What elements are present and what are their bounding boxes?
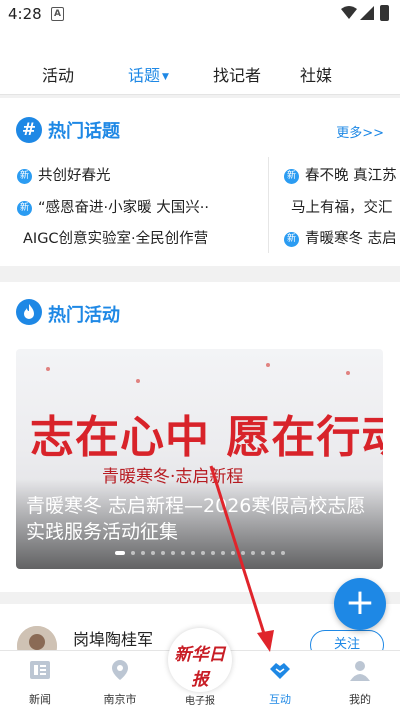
carousel-dot — [260, 551, 265, 555]
hot-activities-title: 热门活动 — [48, 305, 120, 326]
news-icon — [30, 661, 50, 679]
carousel-dot — [240, 551, 245, 555]
new-badge: 新 — [17, 168, 32, 184]
carousel-dot — [200, 551, 205, 555]
nav-nanjing[interactable]: 南京市 — [85, 651, 155, 707]
banner-headline: 志在心中 愿在行动 — [30, 412, 383, 463]
reporter-name: 岗埠陶桂军 — [73, 630, 154, 649]
status-time: 4:28 — [8, 5, 42, 23]
wifi-icon — [341, 6, 357, 19]
battery-icon — [380, 5, 389, 21]
topic-text: 春不晚 真江苏 — [305, 168, 397, 184]
add-button[interactable]: + — [334, 578, 386, 630]
topic-item[interactable]: 新 “感恩奋进·小家暖 大国兴·· — [17, 196, 209, 217]
topic-item[interactable]: 新春不晚 真江苏 — [284, 164, 397, 185]
new-badge: 新 — [284, 231, 299, 247]
nav-interaction-label: 互动 — [269, 693, 291, 706]
e-paper-button[interactable]: 新华日报 电子报 — [168, 628, 232, 707]
topic-text: 共创好春光 — [38, 168, 111, 184]
carousel-dot — [140, 551, 145, 555]
hashtag-icon: # — [16, 117, 42, 143]
carousel-dot — [150, 551, 155, 555]
caret-down-icon: ▼ — [162, 71, 169, 82]
tab-activity[interactable]: 活动 — [42, 62, 74, 86]
carousel-dot — [270, 551, 275, 555]
carousel-dot — [190, 551, 195, 555]
topic-text: 马上有福，交汇 — [291, 200, 393, 216]
carousel-dot — [130, 551, 135, 555]
topic-item[interactable]: 新青暖寒冬 志启 — [284, 227, 397, 248]
carousel-dot — [230, 551, 235, 555]
more-topics-link[interactable]: 更多>> — [336, 122, 384, 141]
carousel-dot — [170, 551, 175, 555]
column-divider — [268, 157, 269, 253]
carousel-dot — [210, 551, 215, 555]
tab-social-media[interactable]: 社媒 — [300, 62, 332, 86]
nav-me-label: 我的 — [349, 693, 371, 706]
snowflake-decoration — [46, 367, 50, 371]
status-bar: 4:28 A — [0, 0, 400, 30]
nav-interaction[interactable]: 互动 — [245, 651, 315, 707]
snowflake-decoration — [346, 371, 350, 375]
carousel-dots — [16, 540, 383, 559]
carousel-dot — [280, 551, 285, 555]
nav-news-label: 新闻 — [29, 693, 51, 706]
notification-icon: A — [51, 7, 64, 21]
hot-topics-title: 热门话题 — [48, 121, 120, 142]
banner-caption: 青暖寒冬 志启新程—2026寒假高校志愿实践服务活动征集 — [26, 495, 366, 543]
newspaper-logo: 新华日报 — [174, 645, 226, 690]
new-badge: 新 — [17, 200, 32, 216]
carousel-dot — [220, 551, 225, 555]
topic-text: “感恩奋进·小家暖 大国兴·· — [38, 200, 209, 216]
handshake-icon — [270, 663, 290, 679]
signal-icon — [360, 6, 374, 20]
tab-topics[interactable]: 话题 ▼ — [128, 62, 169, 86]
new-badge: 新 — [284, 168, 299, 184]
nav-me[interactable]: 我的 — [325, 651, 395, 707]
topic-text: 青暖寒冬 志启 — [305, 231, 397, 247]
carousel-dot — [250, 551, 255, 555]
topic-item[interactable]: AIGC创意实验室·全民创作营 — [23, 227, 208, 248]
carousel-dot — [160, 551, 165, 555]
tab-topics-label: 话题 — [128, 66, 161, 85]
topic-item[interactable]: 新共创好春光 — [17, 164, 111, 185]
nav-news[interactable]: 新闻 — [5, 651, 75, 707]
topic-item[interactable]: 马上有福，交汇 — [291, 196, 393, 217]
carousel-dot — [180, 551, 185, 555]
nav-nanjing-label: 南京市 — [103, 693, 137, 706]
snowflake-decoration — [266, 363, 270, 367]
carousel-dot-active — [114, 551, 125, 555]
flame-icon — [16, 299, 42, 325]
location-icon — [112, 660, 128, 680]
activity-banner[interactable]: 志在心中 愿在行动 青暖寒冬·志启新程 青暖寒冬 志启新程—2026寒假高校志愿… — [16, 349, 383, 569]
profile-icon — [350, 661, 370, 681]
tab-find-reporter[interactable]: 找记者 — [213, 62, 261, 86]
topic-text: AIGC创意实验室·全民创作营 — [23, 231, 209, 247]
e-paper-label: 电子报 — [185, 696, 215, 707]
top-tabs: 活动 话题 ▼ 找记者 社媒 — [0, 30, 400, 95]
snowflake-decoration — [136, 379, 140, 383]
